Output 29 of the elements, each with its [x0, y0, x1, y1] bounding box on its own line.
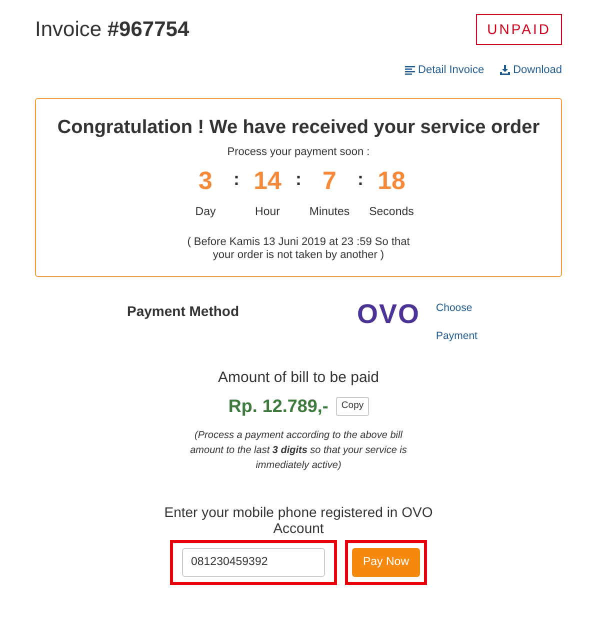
choose-payment-link[interactable]: Choose Payment: [436, 294, 488, 351]
subtitle: Process your payment soon :: [226, 144, 371, 160]
status-badge: UNPAID: [476, 14, 562, 45]
countdown-label: Day: [195, 205, 216, 220]
list-icon: [405, 64, 416, 75]
separator: :: [296, 170, 302, 188]
phone-input[interactable]: 081230459392: [182, 548, 325, 578]
download-link[interactable]: Download: [500, 62, 562, 78]
bill-amount: Rp. 12.789,-: [228, 395, 328, 418]
copy-button[interactable]: Copy: [336, 397, 369, 416]
payment-note: (Process a payment according to the above bill amount to the last 3 digits so that your service is immediately active): [189, 429, 408, 474]
separator: :: [234, 170, 240, 188]
invoice-title: Invoice #967754: [35, 17, 190, 43]
download-icon: [500, 64, 510, 75]
countdown-value: 14: [254, 166, 282, 196]
detail-invoice-link[interactable]: Detail Invoice: [405, 62, 484, 78]
order-title: Congratulation ! We have received your service order: [56, 117, 541, 140]
ovo-logo: OVO: [357, 300, 420, 328]
payment-method-label: Payment Method: [127, 302, 240, 321]
countdown-value: 3: [198, 166, 212, 196]
countdown-value: 7: [322, 166, 336, 196]
deadline-text: ( Before Kamis 13 Juni 2019 at 23 :59 So that your order is not taken by another ): [186, 236, 411, 262]
countdown-value: 18: [378, 166, 406, 196]
phone-label: Enter your mobile phone registered in OVO Account: [164, 505, 434, 536]
separator: :: [358, 170, 364, 188]
countdown-label: Hour: [255, 205, 280, 220]
countdown-label: Minutes: [309, 205, 350, 220]
bill-title: Amount of bill to be paid: [218, 368, 379, 388]
countdown-label: Seconds: [369, 205, 414, 220]
